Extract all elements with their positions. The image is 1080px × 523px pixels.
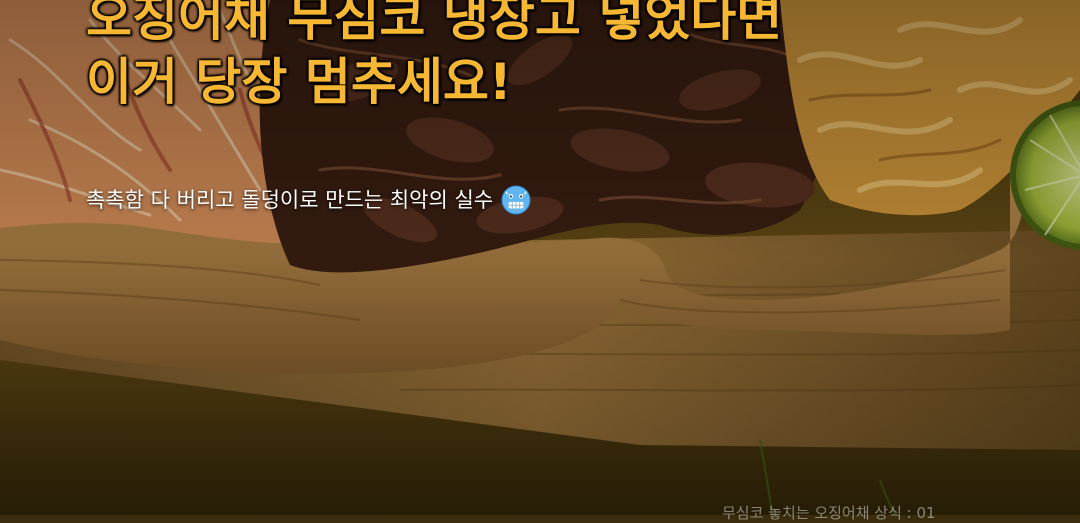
- subtitle: 촉촉함 다 버리고 돌덩이로 만드는 최악의 실수: [86, 184, 531, 216]
- image-caption: 무심코 놓치는 오징어채 상식 : 01: [722, 504, 936, 522]
- cold-face-emoji-icon: [501, 185, 531, 215]
- subtitle-text: 촉촉함 다 버리고 돌덩이로 만드는 최악의 실수: [86, 188, 494, 212]
- headline-line-2: 이거 당장 멈추세요!: [86, 53, 512, 111]
- headline-line-1: 오징어채 무심코 냉장고 넣었다면: [86, 0, 783, 47]
- headline-title: 오징어채 무심코 냉장고 넣었다면 이거 당장 멈추세요!: [86, 0, 782, 114]
